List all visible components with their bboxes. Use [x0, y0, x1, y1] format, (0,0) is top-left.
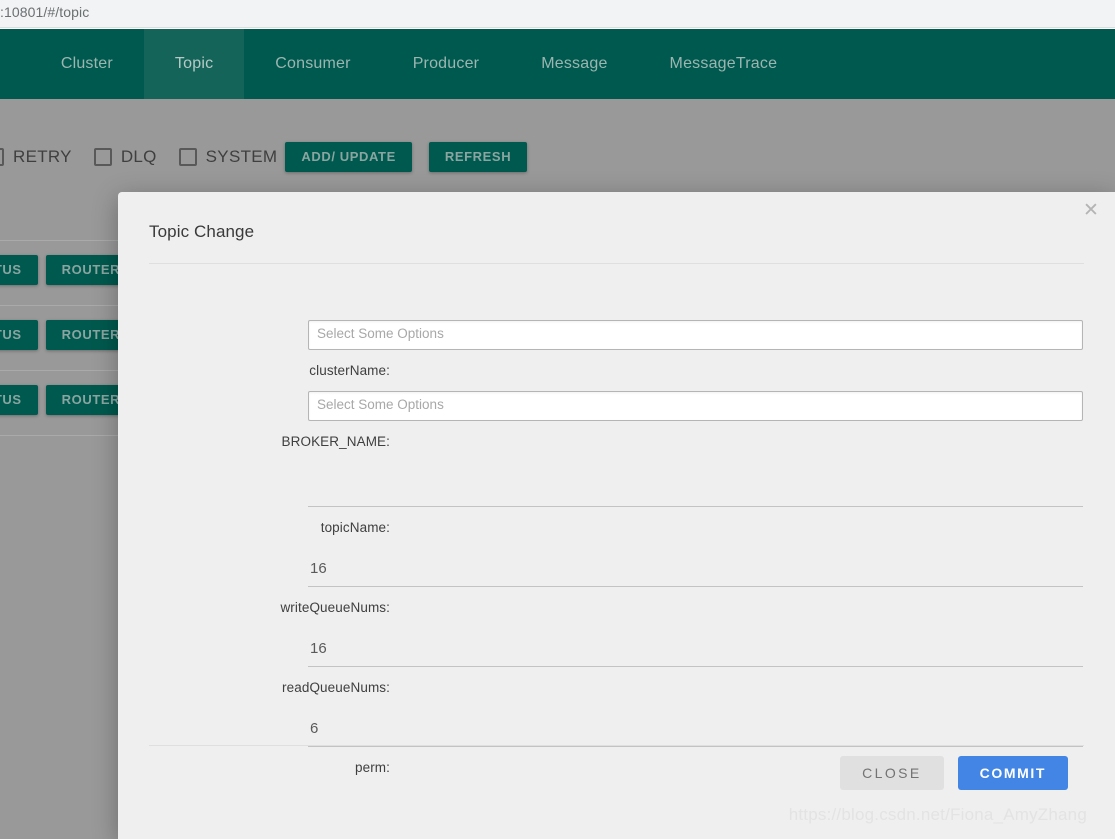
- status-button[interactable]: STATUS: [0, 385, 38, 415]
- field-label: writeQueueNums:: [280, 600, 390, 615]
- checkbox-retry[interactable]: [0, 148, 4, 166]
- checkbox-retry-label: RETRY: [13, 147, 72, 166]
- nav-label: Consumer: [275, 55, 351, 72]
- field-label: BROKER_NAME:: [281, 434, 390, 449]
- modal-footer-divider: [149, 745, 1084, 746]
- add-update-button[interactable]: ADD/ UPDATE: [285, 142, 412, 172]
- checkbox-dlq[interactable]: [93, 148, 112, 166]
- clustername-select[interactable]: Select Some Options: [308, 320, 1083, 350]
- nav-label: Cluster: [60, 55, 113, 72]
- nav-item-cluster[interactable]: Cluster: [30, 29, 144, 99]
- browser-url-bar[interactable]: :10801/#/topic: [0, 0, 1115, 28]
- app-root: :10801/#/topic oard Cluster Topic Consum…: [0, 0, 1115, 839]
- close-icon[interactable]: ✕: [1077, 198, 1105, 226]
- commit-button[interactable]: COMMIT: [957, 756, 1068, 790]
- topic-toolbar: RETRY DLQ SYSTEM ADD/ UPDATE REFRESH: [0, 140, 544, 174]
- nav-label: Producer: [412, 55, 480, 72]
- topicname-input[interactable]: [308, 477, 1083, 507]
- checkbox-dlq-label: DLQ: [120, 147, 157, 166]
- field-clustername: clusterName: Select Some Options: [118, 320, 1115, 380]
- nav-label: Message: [541, 55, 608, 72]
- nav-label: MessageTrace: [669, 55, 778, 72]
- filter-retry[interactable]: RETRY: [0, 147, 72, 167]
- field-label: topicName:: [320, 520, 390, 535]
- field-label: clusterName:: [309, 363, 390, 378]
- nav-item-consumer[interactable]: Consumer: [244, 29, 381, 99]
- checkbox-system[interactable]: [178, 148, 197, 166]
- broker-name-select[interactable]: Select Some Options: [308, 391, 1083, 421]
- field-writequeuenums: writeQueueNums: 16: [118, 557, 1115, 617]
- nav-item-topic[interactable]: Topic: [143, 29, 245, 99]
- nav-item-list: oard Cluster Topic Consumer Producer Mes…: [0, 29, 808, 99]
- watermark: https://blog.csdn.net/Fiona_AmyZhang: [788, 805, 1087, 824]
- filter-dlq[interactable]: DLQ: [93, 147, 157, 167]
- url-text: :10801/#/topic: [0, 4, 90, 20]
- perm-input[interactable]: 6: [308, 717, 1083, 747]
- status-button[interactable]: STATUS: [0, 255, 38, 285]
- refresh-button[interactable]: REFRESH: [428, 142, 528, 172]
- broker-name-placeholder: Select Some Options: [317, 397, 444, 412]
- field-label: readQueueNums:: [282, 680, 390, 695]
- top-navbar: oard Cluster Topic Consumer Producer Mes…: [0, 29, 1115, 99]
- modal-title: Topic Change: [149, 222, 255, 241]
- status-button[interactable]: STATUS: [0, 320, 38, 350]
- readqueuenums-input[interactable]: 16: [308, 637, 1083, 667]
- field-broker-name: BROKER_NAME: Select Some Options: [118, 391, 1115, 451]
- nav-item-messagetrace[interactable]: MessageTrace: [639, 29, 809, 99]
- field-label: perm:: [354, 760, 390, 775]
- nav-item-dashboard[interactable]: oard: [0, 29, 30, 99]
- writequeuenums-value: 16: [310, 560, 327, 577]
- modal-body: clusterName: Select Some Options BROKER_…: [118, 264, 1115, 775]
- clustername-placeholder: Select Some Options: [317, 326, 444, 341]
- writequeuenums-input[interactable]: 16: [308, 557, 1083, 587]
- close-button[interactable]: CLOSE: [840, 756, 944, 790]
- nav-item-message[interactable]: Message: [510, 29, 638, 99]
- filter-system[interactable]: SYSTEM: [178, 147, 278, 167]
- topic-change-modal: ✕ Topic Change clusterName: Select Some …: [118, 192, 1115, 839]
- nav-label: Topic: [174, 55, 214, 72]
- perm-value: 6: [310, 720, 319, 737]
- field-readqueuenums: readQueueNums: 16: [118, 637, 1115, 697]
- modal-footer-actions: CLOSE COMMIT: [840, 756, 1068, 790]
- field-topicname: topicName:: [118, 477, 1115, 537]
- checkbox-system-label: SYSTEM: [205, 147, 278, 166]
- nav-item-producer[interactable]: Producer: [382, 29, 511, 99]
- readqueuenums-value: 16: [310, 640, 327, 657]
